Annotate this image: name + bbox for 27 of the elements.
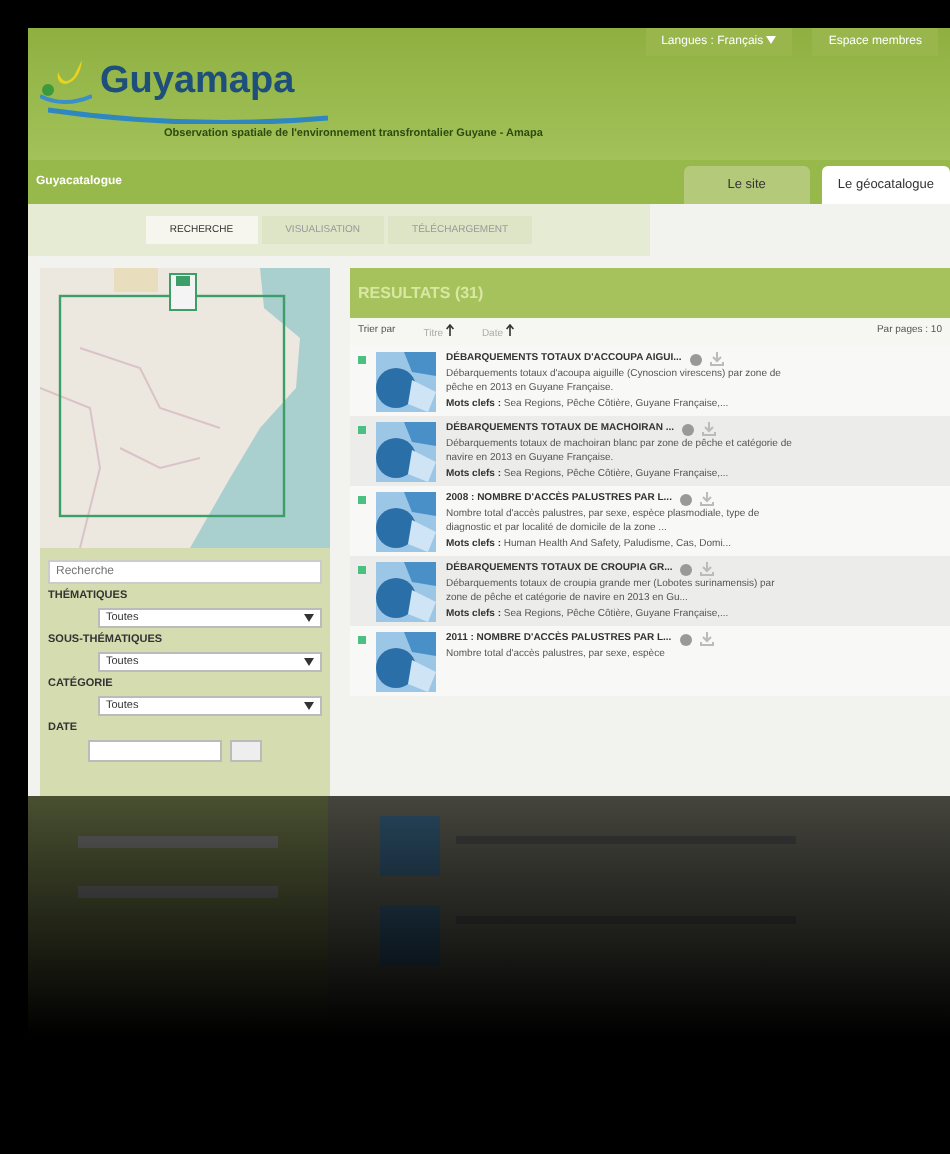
info-icon[interactable] (681, 423, 694, 436)
caret-icon (304, 702, 314, 710)
wave-icon (48, 104, 328, 124)
download-icon[interactable] (701, 422, 716, 437)
download-icon[interactable] (700, 562, 715, 577)
logo-text: Guyamapa (100, 60, 295, 104)
caret-icon (304, 614, 314, 622)
logo-icon (40, 60, 92, 104)
calendar-button[interactable] (230, 740, 262, 762)
status-square (358, 426, 366, 434)
download-icon[interactable] (709, 352, 724, 367)
status-square (358, 566, 366, 574)
caret-icon (304, 658, 314, 666)
download-icon[interactable] (699, 632, 714, 647)
status-square (358, 636, 366, 644)
arrow-up-icon (505, 324, 514, 336)
info-icon[interactable] (679, 633, 692, 646)
status-square (358, 356, 366, 364)
caret-icon (766, 36, 777, 44)
info-icon[interactable] (680, 563, 693, 576)
status-square (358, 496, 366, 504)
info-icon[interactable] (689, 353, 702, 366)
date-field[interactable] (88, 740, 222, 762)
info-icon[interactable] (679, 493, 692, 506)
arrow-up-icon (445, 324, 454, 336)
results-title: RESULTATS (31) (350, 268, 950, 318)
download-icon[interactable] (699, 492, 714, 507)
